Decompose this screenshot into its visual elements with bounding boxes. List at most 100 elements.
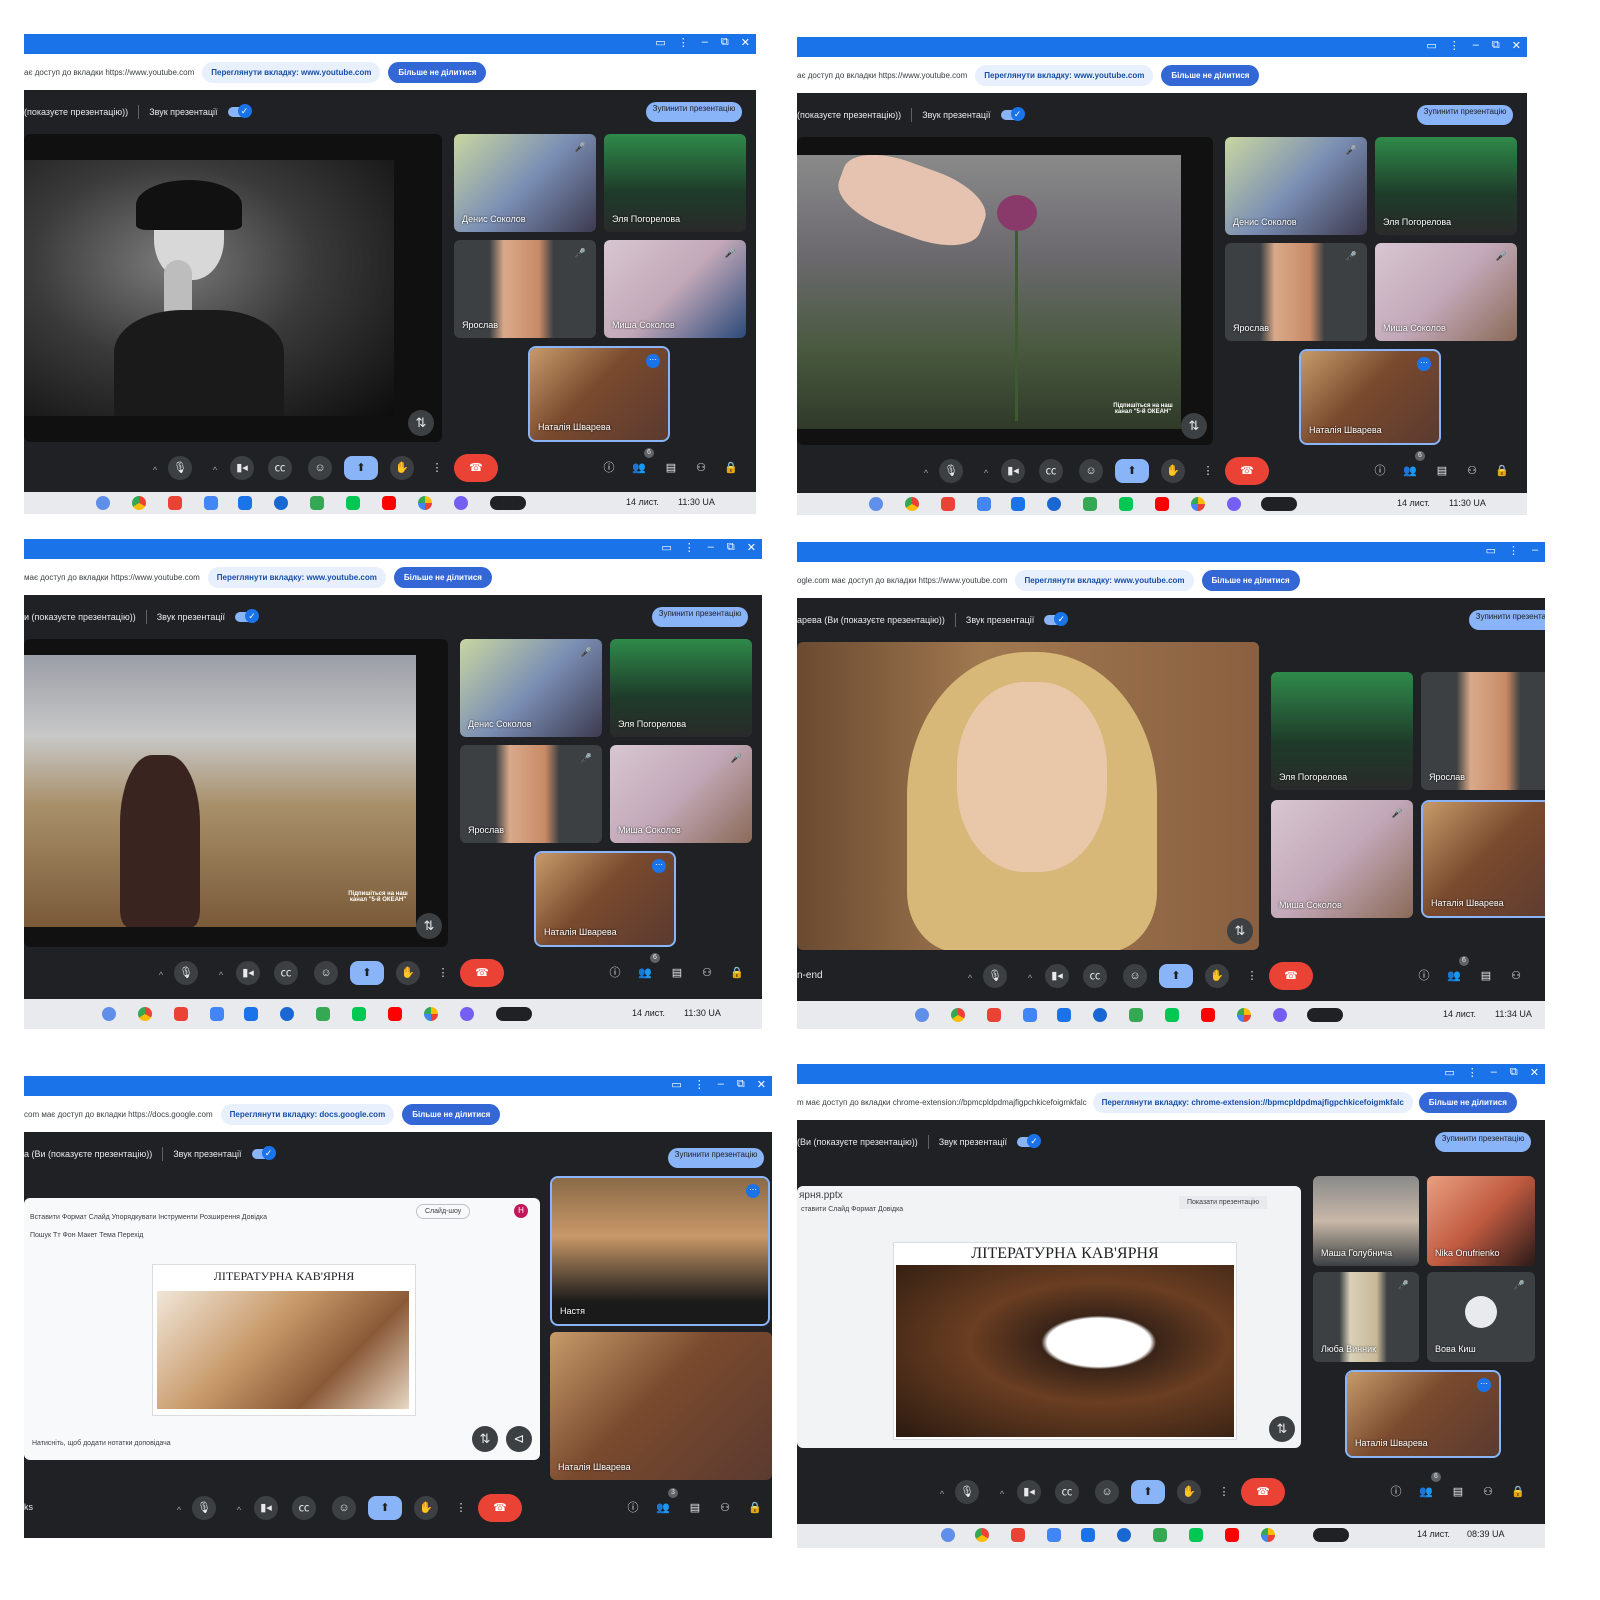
emoji-icon[interactable]: ☺ [332, 1496, 356, 1520]
activities-icon[interactable]: ⚇ [1463, 459, 1481, 483]
participant-tile[interactable]: 🎤 Миша Соколов [1271, 800, 1413, 918]
view-tab-button[interactable]: Переглянути вкладку: www.youtube.com [202, 61, 381, 83]
chrome-icon[interactable] [905, 497, 919, 511]
files-icon[interactable] [244, 1007, 258, 1021]
participant-tile[interactable]: Ярослав [1421, 672, 1545, 790]
lock-icon[interactable]: 🔒 [746, 1496, 764, 1520]
stop-presenting-button[interactable]: Зупинити презентацію [1435, 1132, 1531, 1152]
chevron-up-icon[interactable]: ^ [963, 966, 977, 990]
present-icon[interactable]: ⬆ [1115, 459, 1149, 483]
emoji-icon[interactable]: ☺ [314, 961, 338, 985]
launcher-icon[interactable] [869, 497, 883, 511]
participant-tile-self[interactable]: Наталія Шварева [1421, 800, 1545, 918]
end-call-button[interactable]: ☎ [460, 959, 504, 987]
stop-sharing-button[interactable]: Більше не ділитися [1201, 569, 1300, 591]
gmail-icon[interactable] [1011, 1528, 1025, 1542]
gmail-icon[interactable] [941, 497, 955, 511]
chrome-icon[interactable] [975, 1528, 989, 1542]
close-icon[interactable]: ✕ [1530, 1066, 1539, 1079]
chat-icon[interactable]: ▤ [686, 1496, 704, 1520]
viber-icon[interactable] [454, 496, 468, 510]
captions-icon[interactable]: ㏄ [274, 961, 298, 985]
presentation-audio-toggle[interactable] [1044, 612, 1069, 626]
camera-icon[interactable]: ▭ [661, 541, 671, 554]
participant-tile[interactable]: 🎤 Люба Винник [1313, 1272, 1419, 1362]
people-icon[interactable]: 👥 [1445, 964, 1463, 988]
restore-icon[interactable]: ⧉ [727, 541, 735, 554]
more-options-icon[interactable]: ⋯ [652, 859, 666, 873]
messages-icon[interactable] [280, 1007, 294, 1021]
lock-icon[interactable]: 🔒 [728, 961, 746, 985]
participant-tile[interactable]: Nika Onufrienko [1427, 1176, 1535, 1266]
launcher-icon[interactable] [915, 1008, 929, 1022]
minimize-icon[interactable]: – [1531, 544, 1539, 557]
messages-icon[interactable] [274, 496, 288, 510]
lock-icon[interactable]: 🔒 [722, 456, 740, 480]
messages-icon[interactable] [1093, 1008, 1107, 1022]
presentation-audio-toggle[interactable] [1017, 1134, 1042, 1148]
chat-icon[interactable]: ▤ [1449, 1480, 1467, 1504]
viber-icon[interactable] [1273, 1008, 1287, 1022]
swap-icon[interactable]: ⇅ [1227, 918, 1253, 944]
people-icon[interactable]: 👥 [1401, 459, 1419, 483]
minimize-icon[interactable]: – [707, 541, 715, 554]
taskbar-time[interactable]: 08:39 UA [1467, 1529, 1505, 1539]
meet-icon[interactable] [310, 496, 324, 510]
participant-tile[interactable]: 🎤 Вова Киш [1427, 1272, 1535, 1362]
calendar-icon[interactable] [977, 497, 991, 511]
raise-hand-icon[interactable]: ✋ [1177, 1480, 1201, 1504]
taskbar-time[interactable]: 11:30 UA [678, 497, 715, 507]
app-icon[interactable] [1307, 1008, 1343, 1022]
close-icon[interactable]: ✕ [747, 541, 756, 554]
launcher-icon[interactable] [941, 1528, 955, 1542]
view-tab-button[interactable]: Переглянути вкладку: www.youtube.com [975, 64, 1154, 86]
video-icon[interactable]: ▮◂ [1017, 1480, 1041, 1504]
minimize-icon[interactable]: – [717, 1078, 725, 1091]
video-icon[interactable]: ▮◂ [1001, 459, 1025, 483]
photos-icon[interactable] [1261, 1528, 1275, 1542]
participant-tile-self[interactable]: ⋯ Наталія Шварева [1345, 1370, 1501, 1458]
stop-presenting-button[interactable]: Зупинити презентацію [1417, 105, 1513, 125]
gmail-icon[interactable] [987, 1008, 1001, 1022]
more-options-icon[interactable]: ⋯ [646, 354, 660, 368]
presentation-audio-toggle[interactable] [227, 104, 252, 118]
mic-icon[interactable]: 🎙 [939, 459, 963, 483]
restore-icon[interactable]: ⧉ [1492, 39, 1500, 52]
more-icon[interactable]: ⋮ [684, 541, 695, 554]
restore-icon[interactable]: ⧉ [721, 36, 729, 49]
meet-icon[interactable] [1083, 497, 1097, 511]
emoji-icon[interactable]: ☺ [1095, 1480, 1119, 1504]
stop-sharing-button[interactable]: Більше не ділитися [402, 1103, 501, 1125]
people-icon[interactable]: 👥 [636, 961, 654, 985]
people-icon[interactable]: 👥 [1417, 1480, 1435, 1504]
camera-icon[interactable]: ▭ [655, 36, 665, 49]
photos-icon[interactable] [1237, 1008, 1251, 1022]
camera-icon[interactable]: ▭ [1426, 39, 1436, 52]
present-icon[interactable]: ⬆ [350, 961, 384, 985]
chrome-icon[interactable] [138, 1007, 152, 1021]
swap-icon[interactable]: ⇅ [408, 410, 434, 436]
end-call-button[interactable]: ☎ [1241, 1478, 1285, 1506]
chrome-icon[interactable] [132, 496, 146, 510]
chevron-up-icon[interactable]: ^ [919, 461, 933, 485]
calendar-icon[interactable] [210, 1007, 224, 1021]
taskbar-time[interactable]: 11:30 UA [684, 1008, 721, 1018]
more-icon[interactable]: ⋮ [434, 961, 452, 985]
participant-tile[interactable]: Эля Погорелова [1271, 672, 1413, 790]
viber-icon[interactable] [460, 1007, 474, 1021]
view-tab-button[interactable]: Переглянути вкладку: docs.google.com [220, 1103, 395, 1125]
participant-tile[interactable]: Эля Погорелова [1375, 137, 1517, 235]
play-store-icon[interactable] [352, 1007, 366, 1021]
captions-icon[interactable]: ㏄ [1055, 1480, 1079, 1504]
launcher-icon[interactable] [102, 1007, 116, 1021]
gmail-icon[interactable] [174, 1007, 188, 1021]
participant-tile-self[interactable]: ⋯ Наталія Шварева [534, 851, 676, 947]
stop-presenting-button[interactable]: Зупинити презентацію [646, 102, 742, 122]
slides-menu[interactable]: Вставити Формат Слайд Упорядкувати Інстр… [30, 1214, 267, 1221]
files-icon[interactable] [1011, 497, 1025, 511]
play-store-icon[interactable] [1165, 1008, 1179, 1022]
info-icon[interactable]: ⓘ [1387, 1480, 1405, 1504]
participant-tile[interactable]: 🎤 Миша Соколов [610, 745, 752, 843]
stop-presenting-button[interactable]: Зупинити презентацію [668, 1148, 764, 1168]
people-icon[interactable]: 👥 [630, 456, 648, 480]
